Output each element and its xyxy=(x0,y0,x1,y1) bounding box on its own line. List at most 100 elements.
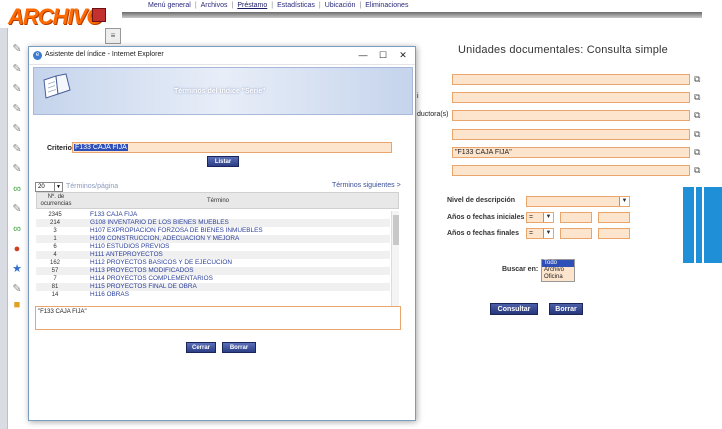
buscar-en-listbox[interactable]: Todo Archivo Oficina xyxy=(541,259,575,282)
term-link[interactable]: H107 EXPROPIACION FORZOSA DE BIENES INMU… xyxy=(90,227,263,235)
term-link[interactable]: H113 PROYECTOS MODIFICADOS xyxy=(90,267,193,275)
anios-iniciales-to[interactable] xyxy=(598,212,630,223)
cerrar-button[interactable]: Cerrar xyxy=(186,342,216,353)
next-terms-link[interactable]: Términos siguientes > xyxy=(332,182,401,189)
pen-icon[interactable]: ✎ xyxy=(10,82,24,96)
occurrences-cell: 1 xyxy=(53,236,57,242)
anios-finales-label: Años o fechas finales xyxy=(447,230,519,237)
occurrences-cell: 2345 xyxy=(48,212,62,218)
terms-scrollbar[interactable] xyxy=(391,211,399,307)
table-row[interactable]: 6 H110 ESTUDIOS PREVIOS xyxy=(36,243,390,251)
menu-item-prestamo[interactable]: Préstamo xyxy=(237,2,267,9)
term-link[interactable]: H109 CONSTRUCCION, ADECUACION Y MEJORA xyxy=(90,235,239,243)
index-lookup-icon[interactable]: ⧉ xyxy=(694,129,708,139)
menu-item-estadisticas[interactable]: Estadísticas xyxy=(277,2,315,9)
borrar-button[interactable]: Borrar xyxy=(549,303,583,315)
chevron-down-icon: ▼ xyxy=(619,197,629,206)
anios-iniciales-from[interactable] xyxy=(560,212,592,223)
buscar-option-archivo[interactable]: Archivo xyxy=(542,267,574,274)
sidebar-toggle-icon[interactable]: ≡ xyxy=(105,28,121,44)
table-row[interactable]: 57 H113 PROYECTOS MODIFICADOS xyxy=(36,267,390,275)
per-page-select[interactable]: 20 ▼ xyxy=(35,182,63,192)
search-field-1[interactable] xyxy=(452,74,690,85)
term-link[interactable]: H116 OBRAS xyxy=(90,291,129,299)
pen-icon[interactable]: ✎ xyxy=(10,62,24,76)
criterio-input[interactable]: F133 CAJA FIJA xyxy=(72,142,392,153)
dialog-borrar-button[interactable]: Borrar xyxy=(222,342,256,353)
pen-icon[interactable]: ✎ xyxy=(10,42,24,56)
anios-finales-to[interactable] xyxy=(598,228,630,239)
table-row[interactable]: 81 H115 PROYECTOS FINAL DE OBRA xyxy=(36,283,390,291)
nivel-descripcion-select[interactable]: ▼ xyxy=(526,196,630,207)
table-row[interactable]: 162 H112 PROYECTOS BASICOS Y DE EJECUCION xyxy=(36,259,390,267)
index-lookup-icon[interactable]: ⧉ xyxy=(694,74,708,84)
buscar-option-oficina[interactable]: Oficina xyxy=(542,274,574,281)
menu-item-eliminaciones[interactable]: Eliminaciones xyxy=(365,2,408,9)
close-button[interactable]: ✕ xyxy=(396,48,410,62)
scrollbar-thumb[interactable] xyxy=(393,215,399,245)
search-field-6[interactable] xyxy=(452,165,690,176)
index-lookup-icon[interactable]: ⧉ xyxy=(694,165,708,175)
menu-item-menu-general[interactable]: Menú general xyxy=(148,2,191,9)
term-link[interactable]: H110 ESTUDIOS PREVIOS xyxy=(90,243,169,251)
link-icon[interactable]: ∞ xyxy=(10,222,24,236)
terms-table-header: Nº. de ocurrencias Término xyxy=(36,192,399,209)
index-lookup-icon[interactable]: ⧉ xyxy=(694,92,708,102)
menu-item-archivos[interactable]: Archivos xyxy=(201,2,228,9)
selected-terms-textarea[interactable]: "F133 CAJA FIJA" xyxy=(35,306,401,330)
table-row[interactable]: 7 H114 PROYECTOS COMPLEMENTARIOS xyxy=(36,275,390,283)
anios-iniciales-operator[interactable]: = ▼ xyxy=(526,212,554,223)
maximize-button[interactable]: ☐ xyxy=(376,48,390,62)
pen-icon[interactable]: ✎ xyxy=(10,122,24,136)
term-link[interactable]: H111 ANTEPROYECTOS xyxy=(90,251,163,259)
term-link[interactable]: H112 PROYECTOS BASICOS Y DE EJECUCION xyxy=(90,259,232,267)
anios-finales-operator[interactable]: = ▼ xyxy=(526,228,554,239)
occurrences-cell: 3 xyxy=(53,228,57,234)
dialog-body: Términos del índice "Serie" Criterio F13… xyxy=(29,65,415,420)
archivo-logo[interactable]: ARCHIVO xyxy=(8,4,106,29)
table-row[interactable]: 4 H111 ANTEPROYECTOS xyxy=(36,251,390,259)
search-field-productora[interactable] xyxy=(452,110,690,121)
consultar-button[interactable]: Consultar xyxy=(490,303,538,315)
index-lookup-icon[interactable]: ⧉ xyxy=(694,147,708,157)
listar-button[interactable]: Listar xyxy=(207,156,239,167)
table-row[interactable]: 1 H109 CONSTRUCCION, ADECUACION Y MEJORA xyxy=(36,235,390,243)
term-link[interactable]: H114 PROYECTOS COMPLEMENTARIOS xyxy=(90,275,213,283)
criterio-value: F133 CAJA FIJA xyxy=(74,144,128,151)
anios-finales-from[interactable] xyxy=(560,228,592,239)
pen-icon[interactable]: ✎ xyxy=(10,202,24,216)
pen-icon[interactable]: ✎ xyxy=(10,162,24,176)
globe-icon[interactable]: ● xyxy=(10,242,24,256)
screen: ARCHIVO Menú general | Archivos | Préstamo… xyxy=(0,0,722,429)
link-icon[interactable]: ∞ xyxy=(10,182,24,196)
table-row[interactable]: 3 H107 EXPROPIACION FORZOSA DE BIENES INM… xyxy=(36,227,390,235)
term-link[interactable]: G108 INVENTARIO DE LOS BIENES MUEBLES xyxy=(90,219,229,227)
table-row[interactable]: 214 G108 INVENTARIO DE LOS BIENES MUEBLES xyxy=(36,219,390,227)
nivel-descripcion-label: Nivel de descripción xyxy=(447,197,516,204)
buscar-option-todo[interactable]: Todo xyxy=(542,260,574,267)
box-icon[interactable]: ■ xyxy=(10,298,24,312)
dialog-titlebar[interactable]: e Asistente del índice - Internet Explor… xyxy=(29,47,415,65)
operator-value: = xyxy=(529,214,534,221)
search-field-4[interactable] xyxy=(452,129,690,140)
menu-item-ubicacion[interactable]: Ubicación xyxy=(325,2,356,9)
pen-icon[interactable]: ✎ xyxy=(10,102,24,116)
pen-icon[interactable]: ✎ xyxy=(10,282,24,296)
field-label-productora-partial: ductora(s) xyxy=(417,111,449,118)
term-link[interactable]: F133 CAJA FIJA xyxy=(90,211,137,219)
occurrences-cell: 81 xyxy=(51,284,59,290)
index-lookup-icon[interactable]: ⧉ xyxy=(694,110,708,120)
term-link[interactable]: H115 PROYECTOS FINAL DE OBRA xyxy=(90,283,197,291)
star-icon[interactable]: ★ xyxy=(10,262,24,276)
search-field-2[interactable] xyxy=(452,92,690,103)
occurrences-cell: 6 xyxy=(53,244,57,250)
chevron-down-icon: ▼ xyxy=(54,183,62,191)
minimize-button[interactable]: — xyxy=(356,48,370,62)
table-row[interactable]: 2345 F133 CAJA FIJA xyxy=(36,211,390,219)
search-field-serie[interactable]: "F133 CAJA FIJA" xyxy=(452,147,690,158)
dialog-banner: Términos del índice "Serie" xyxy=(33,67,413,115)
table-row[interactable]: 14 H116 OBRAS xyxy=(36,291,390,299)
pen-icon[interactable]: ✎ xyxy=(10,142,24,156)
page-title: Unidades documentales: Consulta simple xyxy=(458,44,668,56)
logo-badge-icon xyxy=(92,8,106,22)
